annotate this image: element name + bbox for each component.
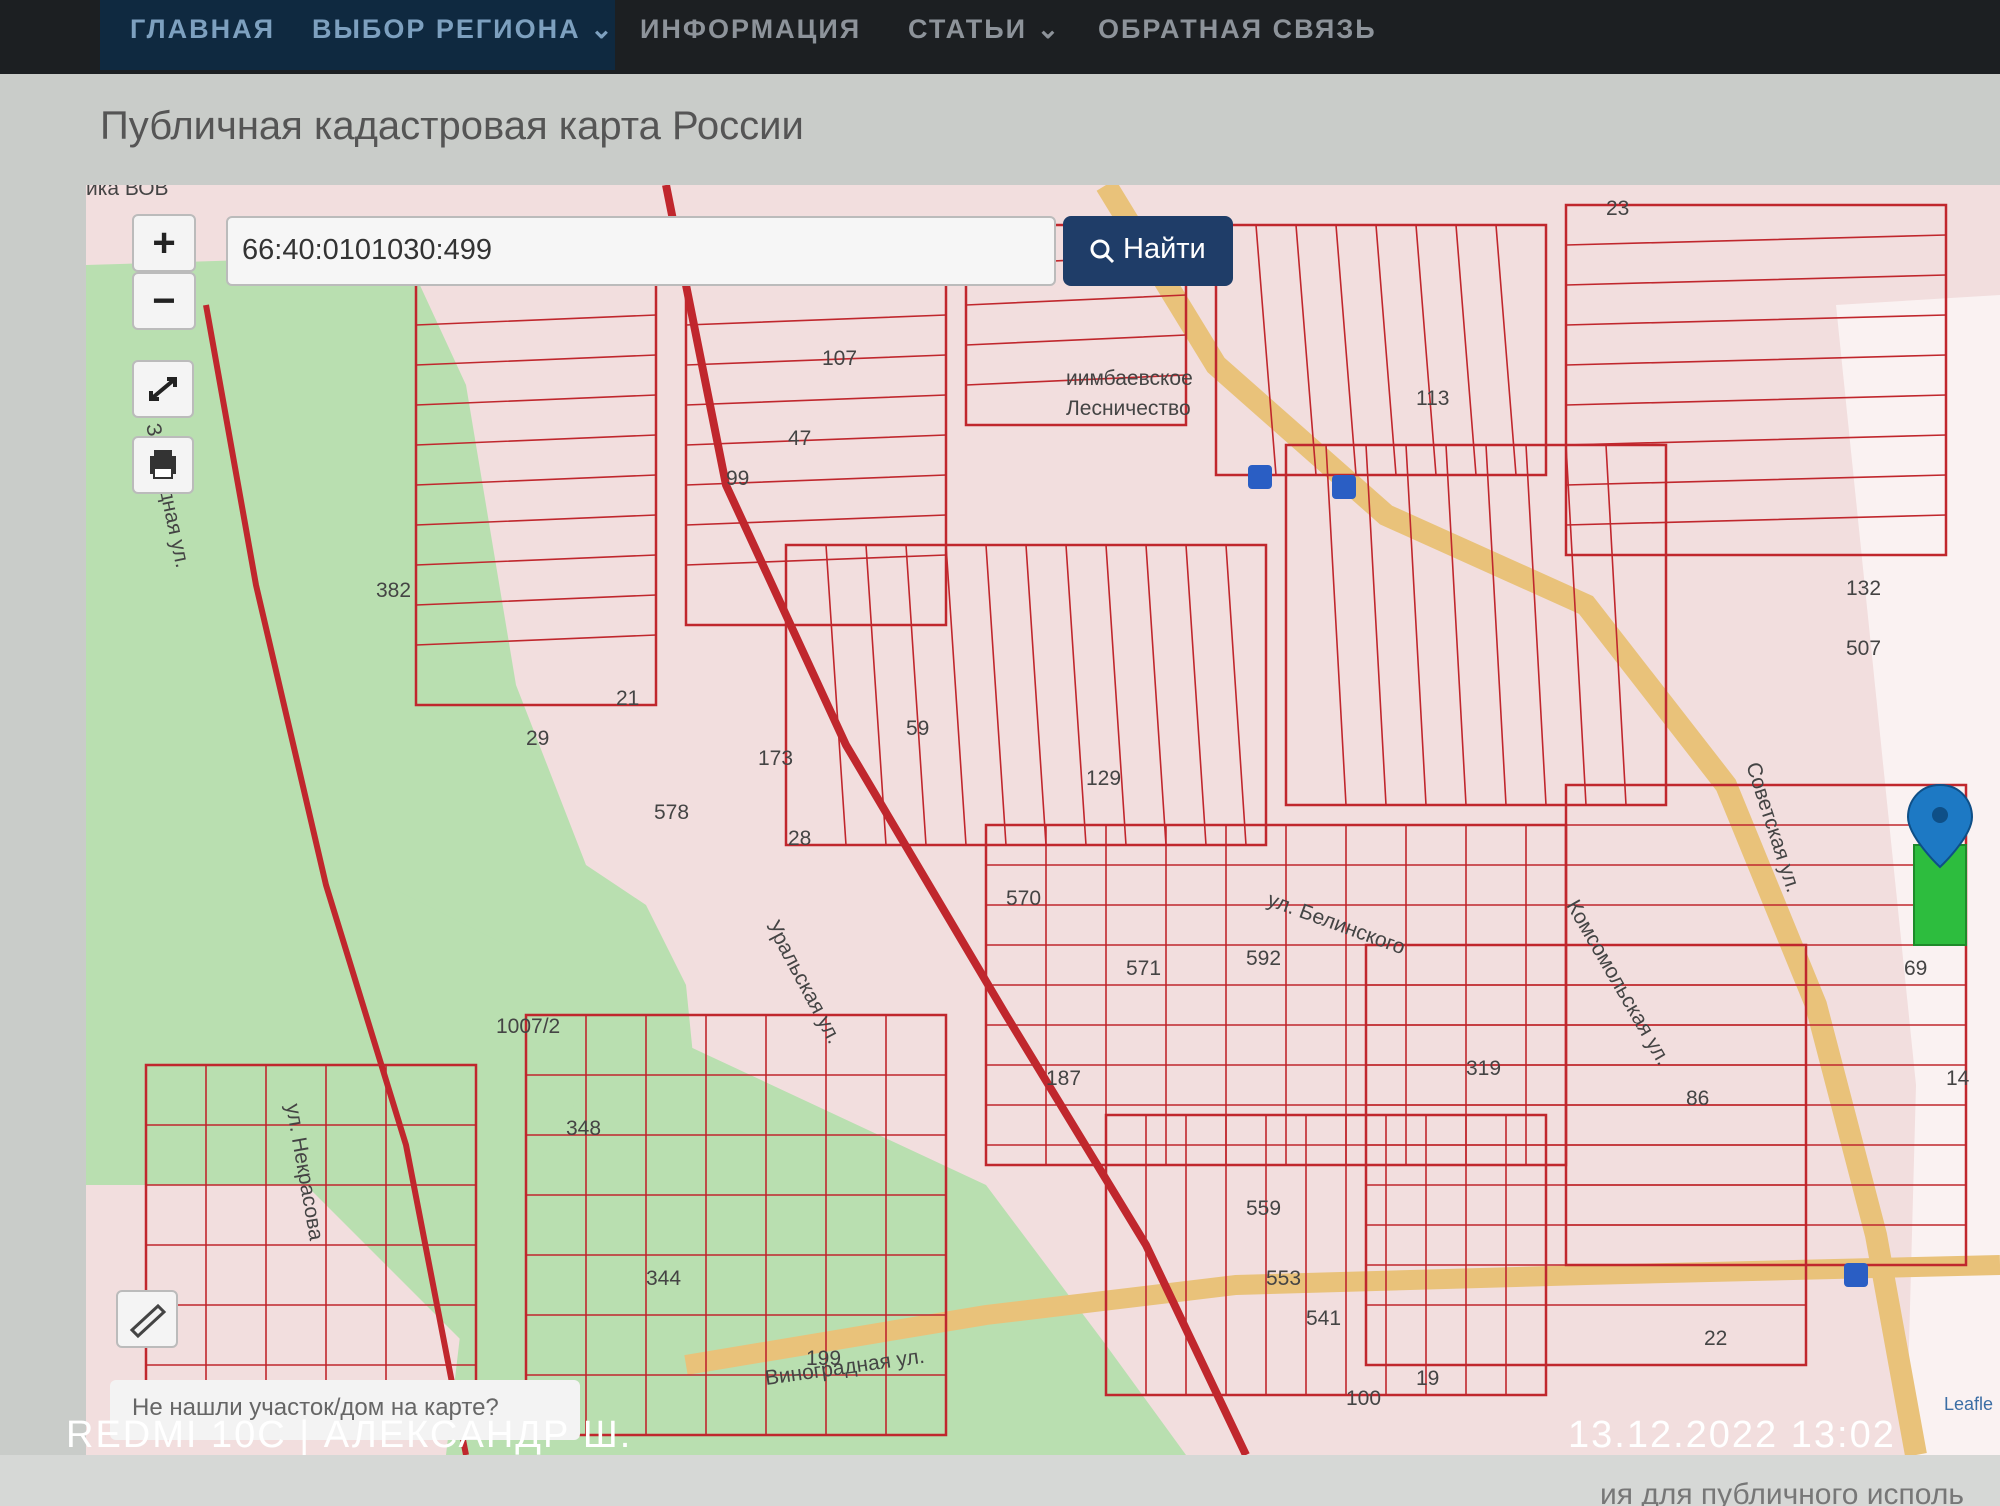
plot-label: 99 xyxy=(726,467,749,490)
street-label-uralskaya: Уральская ул. xyxy=(762,917,846,1048)
plot-label: 21 xyxy=(616,687,639,710)
plot-label: 570 xyxy=(1006,887,1041,910)
zoom-out-button[interactable]: − xyxy=(132,272,196,330)
bus-stop-icon xyxy=(1248,465,1272,489)
cadastral-search-input[interactable]: 66:40:0101030:499 xyxy=(226,216,1056,286)
poi-label-forestry-2: Лесничество xyxy=(1066,397,1191,420)
street-label-komsomolskaya: Комсомольская ул. xyxy=(1562,896,1675,1069)
plot-label: 132 xyxy=(1846,577,1881,600)
page-title: Публичная кадастровая карта России xyxy=(100,104,804,148)
nav-info[interactable]: ИНФОРМАЦИЯ xyxy=(640,14,861,45)
plot-label: 86 xyxy=(1686,1087,1709,1110)
plot-label: 14 xyxy=(1946,1067,1970,1090)
plot-label: 113 xyxy=(1416,387,1449,410)
plot-label: 129 xyxy=(1086,767,1121,790)
nav-feedback[interactable]: ОБРАТНАЯ СВЯЗЬ xyxy=(1098,14,1377,45)
plot-label: 541 xyxy=(1306,1307,1341,1330)
leaflet-attribution[interactable]: Leafle xyxy=(1944,1394,1993,1415)
plot-label: 23 xyxy=(1606,197,1629,220)
plot-label: 592 xyxy=(1246,947,1281,970)
plot-label: 578 xyxy=(654,801,689,824)
plot-label: 59 xyxy=(906,717,929,740)
plot-label: 382 xyxy=(376,579,411,602)
search-button[interactable]: Найти xyxy=(1063,216,1233,286)
nav-articles[interactable]: СТАТЬИ ⌄ xyxy=(908,14,1061,45)
plot-label: 22 xyxy=(1704,1327,1727,1350)
search-button-label: Найти xyxy=(1123,233,1206,265)
plot-label: 348 xyxy=(566,1117,601,1140)
nav-region-select[interactable]: ВЫБОР РЕГИОНА ⌄ xyxy=(312,14,615,45)
cadastral-map[interactable]: 382 1007/2 578 173 107 99 31 47 29 21 28… xyxy=(86,185,2000,1455)
zoom-in-button[interactable]: + xyxy=(132,214,196,272)
poi-label-forestry: иимбаевское xyxy=(1066,367,1193,390)
fullscreen-button[interactable] xyxy=(132,360,194,418)
plot-label: 47 xyxy=(788,427,811,450)
print-icon xyxy=(150,450,176,479)
plot-label: 28 xyxy=(788,827,811,850)
print-button[interactable] xyxy=(132,436,194,494)
map-canvas[interactable]: 382 1007/2 578 173 107 99 31 47 29 21 28… xyxy=(86,185,2000,1455)
plot-label: 107 xyxy=(822,347,857,370)
device-watermark: REDMI 10C | АЛЕКСАНДР Ш. xyxy=(66,1414,633,1456)
ruler-icon xyxy=(129,1303,167,1339)
plot-label: 507 xyxy=(1846,637,1881,660)
plot-label: 173 xyxy=(758,747,793,770)
ruler-button[interactable] xyxy=(116,1290,178,1348)
plot-label: 319 xyxy=(1466,1057,1501,1080)
bus-stop-icon xyxy=(1332,475,1356,499)
bottom-text: ия для публичного исполь xyxy=(1600,1478,1964,1506)
nav-home[interactable]: ГЛАВНАЯ xyxy=(130,14,275,45)
search-icon xyxy=(1090,239,1115,264)
plot-label: 553 xyxy=(1266,1267,1301,1290)
datetime-watermark: 13.12.2022 13:02 xyxy=(1568,1414,1896,1456)
fullscreen-icon xyxy=(149,377,177,401)
bus-stop-icon xyxy=(1844,1263,1868,1287)
top-navbar: ГЛАВНАЯ ВЫБОР РЕГИОНА ⌄ ИНФОРМАЦИЯ СТАТЬ… xyxy=(0,0,2000,74)
plot-label: 19 xyxy=(1416,1367,1439,1390)
plot-label: 100 xyxy=(1346,1387,1381,1410)
plot-label: 1007/2 xyxy=(496,1015,560,1038)
plot-label: 559 xyxy=(1246,1197,1281,1220)
plot-label: 344 xyxy=(646,1267,681,1290)
plot-label: 571 xyxy=(1126,957,1161,980)
poi-label-monument: ика ВОВ xyxy=(86,185,169,200)
plot-label: 69 xyxy=(1904,957,1927,980)
plot-label: 29 xyxy=(526,727,549,750)
plot-label: 187 xyxy=(1046,1067,1081,1090)
